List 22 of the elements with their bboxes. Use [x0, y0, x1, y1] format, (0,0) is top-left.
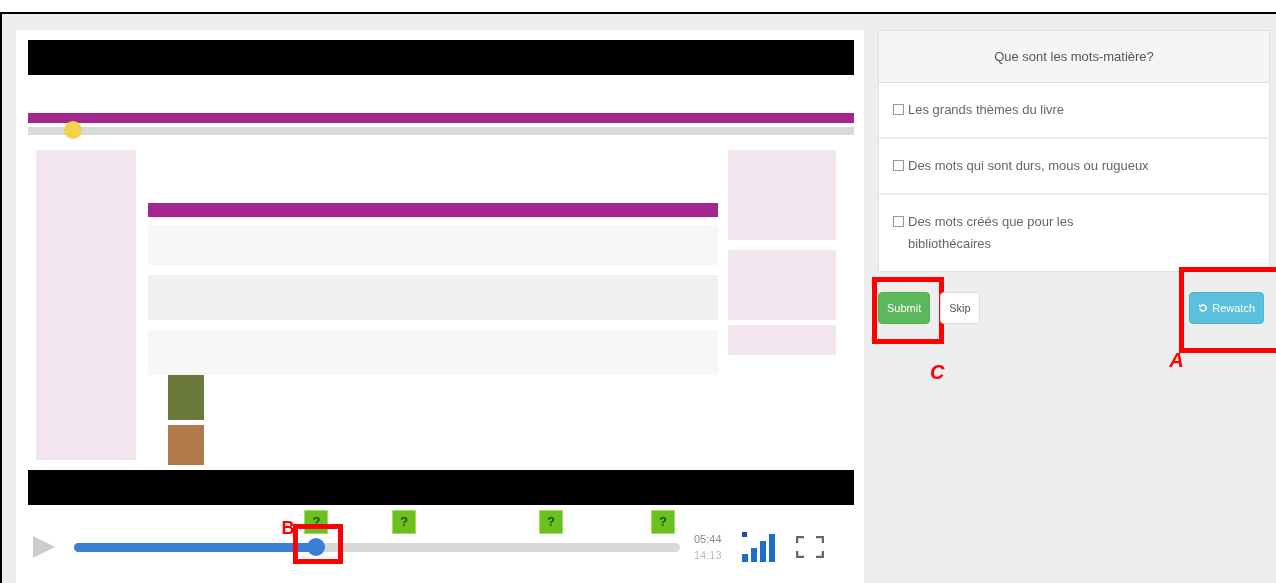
question-marker[interactable]: ? — [538, 509, 563, 534]
progress-track[interactable] — [74, 542, 680, 552]
elapsed-time: 05:44 — [694, 532, 722, 547]
submit-button[interactable]: Submit — [878, 292, 931, 324]
question-marker[interactable]: ? — [392, 509, 417, 534]
replay-icon — [1198, 303, 1209, 313]
answer-option[interactable]: Les grands thèmes du livre — [879, 83, 1269, 137]
checkbox[interactable] — [893, 216, 904, 227]
progress-thumb[interactable] — [307, 537, 326, 556]
fullscreen-icon[interactable] — [795, 536, 824, 558]
skip-button[interactable]: Skip — [940, 292, 980, 324]
answer-option[interactable]: Des mots créés que pour les bibliothécaires — [879, 193, 1269, 271]
annotation-label: A — [1169, 350, 1184, 370]
answer-option[interactable]: Des mots qui sont durs, mous ou rugueux — [879, 137, 1269, 193]
annotation-box — [293, 523, 344, 564]
total-time: 14:13 — [694, 548, 722, 563]
question-marker[interactable]: ? — [651, 509, 676, 534]
checkbox[interactable] — [893, 160, 904, 171]
checkbox[interactable] — [893, 104, 904, 115]
annotation-label: B — [281, 518, 295, 537]
question-title: Que sont les mots-matière? — [879, 31, 1269, 83]
annotation-label: C — [930, 362, 945, 382]
